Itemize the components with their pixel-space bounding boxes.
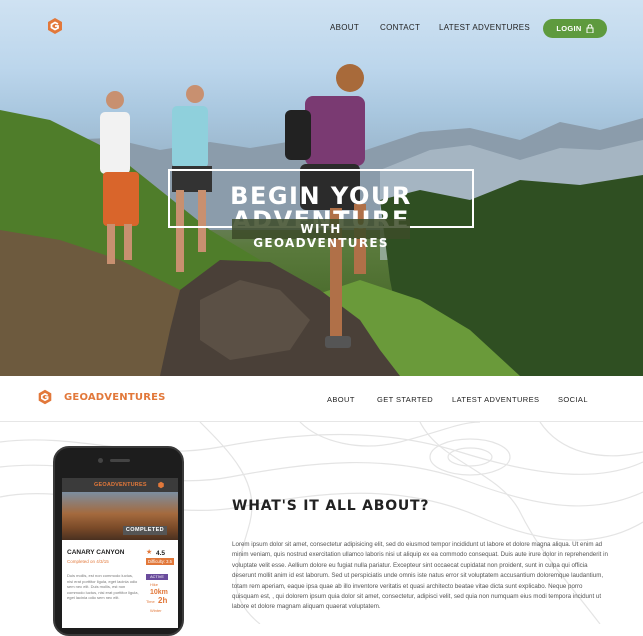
stat-label-winter: Winter [150,608,162,613]
section-title: WHAT'S IT ALL ABOUT? [232,498,430,514]
adventure-rating: 4.5 [156,550,166,557]
difficulty-badge: Difficulty: 3.5 [146,558,174,565]
stat-label-time: Time [146,599,155,604]
brand-logo-icon[interactable] [36,388,54,406]
stat-value-distance: 10km [150,589,168,596]
lock-icon [586,24,594,33]
adventure-title: CANARY CANYON [67,549,125,556]
brand-name[interactable]: GEOADVENTURES [64,392,166,403]
phone-screen: GEOADVENTURES COMPLETED CANARY CANYON ★ … [62,478,178,628]
adventure-description: Duis mollis, est non commodo luctus, nis… [67,573,139,601]
app-brand: GEOADVENTURES [94,482,147,488]
nav-latest-adventures[interactable]: LATEST ADVENTURES [452,395,539,404]
nav-about[interactable]: ABOUT [327,395,355,404]
logo-icon[interactable] [45,16,65,36]
nav-social[interactable]: SOCIAL [558,395,588,404]
hero-subtitle: WITH GEOADVENTURES [253,222,389,250]
completed-badge: COMPLETED [123,526,167,535]
topnav-contact[interactable]: CONTACT [380,23,420,32]
login-button[interactable]: LOGIN [543,19,607,38]
stat-label-hike: Hike [150,582,159,587]
login-label: LOGIN [556,24,582,33]
stat-value-time: 2h [158,596,168,605]
status-pill: ACTIVE [146,574,168,580]
app-logo-icon [158,481,164,489]
phone-camera [98,458,103,463]
hero-banner: ABOUT CONTACT LATEST ADVENTURES LOGIN BE… [0,0,643,376]
nav-get-started[interactable]: GET STARTED [377,395,433,404]
section-body: Lorem ipsum dolor sit amet, consectetur … [232,541,608,611]
phone-speaker [110,459,130,462]
topnav-latest-adventures[interactable]: LATEST ADVENTURES [439,23,530,32]
topnav-about[interactable]: ABOUT [330,23,359,32]
completed-date: Completed on 4/3/15 [67,559,109,564]
star-icon: ★ [146,549,153,556]
